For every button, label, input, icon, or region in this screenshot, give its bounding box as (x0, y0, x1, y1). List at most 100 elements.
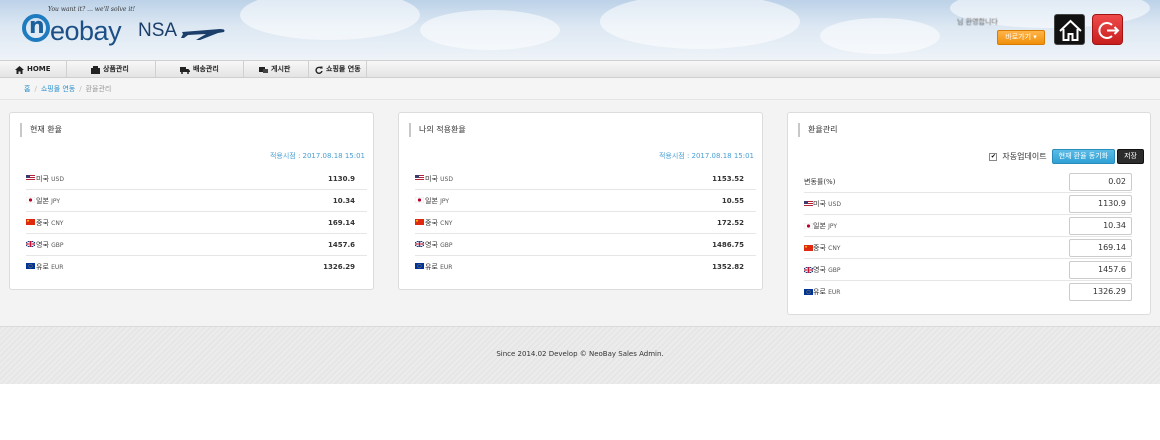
rate-row: 중국 CNY 169.14 (26, 212, 367, 234)
nav-item-label: 쇼핑몰 연동 (326, 65, 361, 73)
rate-row: 중국 CNY 172.52 (415, 212, 756, 234)
rate-value: 1326.29 (323, 263, 355, 271)
gb-flag-icon (803, 266, 814, 274)
country-label: 영국 (36, 241, 49, 249)
breadcrumb: 홈 / 쇼핑몰 연동 / 환율관리 (0, 78, 1160, 100)
nav-item-label: 상품관리 (103, 65, 129, 73)
country-label: 영국 (425, 241, 438, 249)
auto-update-label: 자동업데이트 (1002, 152, 1047, 161)
rate-row: 영국 GBP 1486.75 (415, 234, 756, 256)
country-label: 미국 (36, 175, 49, 183)
country-label: 영국 (813, 266, 826, 274)
currency-code: CNY (51, 220, 64, 227)
logout-icon (1098, 22, 1120, 39)
airplane-icon (181, 29, 225, 40)
gbp-rate-input[interactable]: 1457.6 (1069, 261, 1132, 279)
sync-current-rate-button[interactable]: 현재 환율 동기화 (1051, 149, 1116, 164)
rate-row: 영국 GBP 1457.6 (26, 234, 367, 256)
country-label: 일본 (425, 197, 438, 205)
panel-title: 환율관리 (798, 123, 837, 137)
rate-value: 172.52 (716, 219, 744, 227)
rate-value: 1130.9 (327, 175, 355, 183)
breadcrumb-mall-sync-link[interactable]: 쇼핑몰 연동 (41, 85, 75, 93)
board-icon (259, 66, 268, 73)
country-label: 미국 (425, 175, 438, 183)
box-icon (91, 65, 100, 74)
gb-flag-icon (26, 241, 35, 247)
nav-item-board[interactable]: 게시판 (244, 61, 309, 78)
jpy-rate-input[interactable]: 10.34 (1069, 217, 1132, 235)
country-label: 일본 (36, 197, 49, 205)
change-rate-row: 변동률(%) 0.02 (804, 171, 1132, 193)
country-label: 미국 (813, 200, 826, 208)
currency-code: USD (828, 201, 841, 208)
eur-rate-input[interactable]: 1326.29 (1069, 283, 1132, 301)
sky-cloud (420, 10, 560, 50)
rate-input-row: 유로 EUR 1326.29 (804, 281, 1132, 303)
nav-item-products[interactable]: 상품관리 (67, 61, 156, 78)
save-button[interactable]: 저장 (1117, 149, 1144, 164)
applied-time: 적용시점 : 2017.08.18 15:01 (658, 152, 754, 160)
country-label: 유로 (425, 263, 438, 271)
shortcut-dropdown-button[interactable]: 바로가기 ▾ (997, 30, 1045, 45)
home-button[interactable] (1054, 14, 1085, 45)
rate-value: 10.55 (721, 197, 744, 205)
home-icon (15, 65, 24, 74)
sky-cloud (600, 0, 800, 49)
rate-value: 1153.52 (712, 175, 744, 183)
applied-time: 적용시점 : 2017.08.18 15:01 (269, 152, 365, 160)
cn-flag-icon (804, 245, 813, 251)
rate-input-row: 영국 GBP 1457.6 (803, 259, 1132, 281)
currency-code: JPY (440, 198, 450, 205)
eu-flag-icon (804, 289, 813, 295)
jp-flag-icon (803, 222, 814, 230)
nav-item-label: 게시판 (271, 65, 291, 73)
us-flag-icon (804, 201, 813, 207)
nav-item-shipping[interactable]: 배송관리 (156, 61, 244, 78)
refresh-icon (315, 66, 323, 74)
jp-flag-icon (26, 197, 35, 203)
usd-rate-input[interactable]: 1130.9 (1069, 195, 1132, 213)
currency-code: JPY (828, 223, 838, 230)
applied-rate-panel: 나의 적용환율 적용시점 : 2017.08.18 15:01 미국 USD 1… (398, 112, 763, 290)
change-rate-input[interactable]: 0.02 (1069, 173, 1132, 191)
nav-item-home[interactable]: HOME (15, 61, 67, 78)
home-icon (1059, 19, 1082, 41)
cny-rate-input[interactable]: 169.14 (1069, 239, 1132, 257)
auto-update-checkbox[interactable]: ✔ (989, 152, 998, 161)
rate-value: 169.14 (327, 219, 355, 227)
breadcrumb-home-link[interactable]: 홈 (24, 85, 30, 93)
currency-code: EUR (828, 289, 841, 296)
eu-flag-icon (415, 263, 424, 269)
rate-row: 미국 USD 1130.9 (26, 168, 367, 190)
us-flag-icon (26, 175, 35, 181)
logout-button[interactable] (1092, 14, 1123, 45)
change-rate-label: 변동률(%) (804, 178, 836, 186)
neobay-logo[interactable]: You want it? ... we'll solve it! n eobay… (20, 6, 240, 52)
currency-code: GBP (51, 242, 64, 249)
rate-value: 1352.82 (712, 263, 744, 271)
rate-row: 유로 EUR 1352.82 (415, 256, 756, 278)
sky-cloud (820, 18, 940, 54)
rate-row: 미국 USD 1153.52 (415, 168, 756, 190)
nav-item-mall-sync[interactable]: 쇼핑몰 연동 (309, 61, 367, 78)
breadcrumb-separator: / (79, 85, 82, 93)
currency-code: CNY (440, 220, 453, 227)
rate-value: 1457.6 (327, 241, 355, 249)
breadcrumb-current: 환율관리 (85, 85, 112, 93)
cn-flag-icon (415, 219, 424, 225)
currency-code: GBP (440, 242, 453, 249)
header: You want it? ... we'll solve it! n eobay… (0, 0, 1160, 60)
country-label: 중국 (813, 244, 826, 252)
logo-tagline: You want it? ... we'll solve it! (48, 6, 136, 13)
rate-input-row: 중국 CNY 169.14 (804, 237, 1132, 259)
footer: Since 2014.02 Develop © NeoBay Sales Adm… (0, 326, 1160, 384)
logo-name: eobay (50, 16, 122, 46)
main-nav: HOME 상품관리 배송관리 게시판 쇼핑몰 연동 (0, 60, 1160, 78)
currency-code: GBP (828, 267, 841, 274)
currency-code: JPY (51, 198, 61, 205)
logo-suffix: NSA (138, 20, 178, 41)
rate-value: 1486.75 (712, 241, 744, 249)
country-label: 유로 (36, 263, 49, 271)
currency-code: CNY (828, 245, 841, 252)
